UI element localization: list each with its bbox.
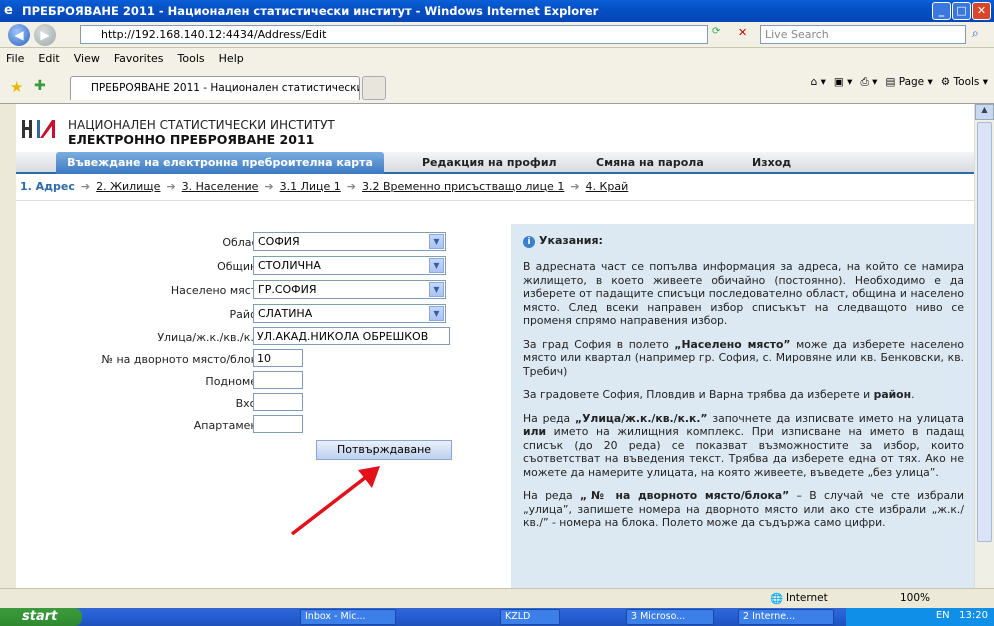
scrollbar-thumb[interactable] — [977, 122, 992, 542]
taskbar: start Inbox - Mic... KZLD 3 Microso... 2… — [0, 608, 994, 626]
step-temporary-person-1[interactable]: 3.2 Временно присъстващо лице 1 — [362, 180, 564, 193]
window-title: ПРЕБРОЯВАНЕ 2011 - Национален статистиче… — [22, 4, 599, 18]
clock: 13:20 — [959, 610, 988, 621]
red-arrow-annotation — [290, 466, 380, 536]
search-input[interactable]: Live Search — [760, 25, 966, 44]
subnumber-input[interactable] — [253, 371, 303, 389]
zone-label: Internet — [786, 592, 828, 604]
rayon-select[interactable]: СЛАТИНА ▼ — [253, 304, 446, 323]
forward-button[interactable]: ▶ — [34, 24, 56, 46]
confirm-button[interactable]: Потвърждаване — [316, 440, 452, 460]
org-name: НАЦИОНАЛЕН СТАТИСТИЧЕСКИ ИНСТИТУТ — [68, 118, 335, 132]
menu-file[interactable]: File — [6, 52, 24, 65]
menu-help[interactable]: Help — [219, 52, 244, 65]
browser-tab[interactable]: ПРЕБРОЯВАНЕ 2011 - Национален статистиче… — [70, 76, 360, 100]
street-input[interactable]: УЛ.АКАД.НИКОЛА ОБРЕШКОВ — [253, 327, 450, 345]
taskbar-item[interactable]: Inbox - Mic... — [300, 609, 396, 625]
globe-icon: 🌐 — [770, 593, 784, 605]
minimize-button[interactable]: _ — [932, 2, 951, 20]
instructions-paragraph: На реда „№ на дворното място/блока” – В … — [523, 489, 964, 529]
chevron-down-icon[interactable]: ▼ — [429, 234, 444, 249]
tools-menu[interactable]: ⚙ Tools ▾ — [941, 76, 988, 89]
site-title: ЕЛЕКТРОННО ПРЕБРОЯВАНЕ 2011 — [68, 132, 315, 147]
instructions-paragraph: За градовете София, Пловдив и Варна тряб… — [523, 388, 915, 401]
ie-icon: e — [4, 3, 13, 18]
scroll-up-icon[interactable]: ▲ — [975, 104, 994, 120]
street-label: Улица/ж.к./кв./к.к. — [157, 331, 264, 344]
nav-exit[interactable]: Изход — [752, 152, 791, 174]
add-favorite-icon[interactable]: ✚ — [34, 78, 46, 94]
step-population[interactable]: 3. Население — [182, 180, 259, 193]
divider — [16, 200, 974, 201]
step-dwelling[interactable]: 2. Жилище — [96, 180, 160, 193]
vertical-scrollbar[interactable]: ▲ — [974, 104, 994, 588]
page-content: НАЦИОНАЛЕН СТАТИСТИЧЕСКИ ИНСТИТУТ ЕЛЕКТР… — [16, 104, 974, 588]
start-button[interactable]: start — [0, 608, 82, 626]
info-icon: i — [523, 236, 535, 248]
ie-command-bar: ⌂ ▾ ▣ ▾ ⎙ ▾ ▤ Page ▾ ⚙ Tools ▾ — [811, 76, 988, 89]
status-bar: 🌐 Internet 100% — [0, 588, 994, 608]
menu-favorites[interactable]: Favorites — [114, 52, 164, 65]
language-indicator[interactable]: EN — [936, 610, 950, 621]
nav-change-password[interactable]: Смяна на парола — [596, 152, 704, 174]
window-title-bar: e ПРЕБРОЯВАНЕ 2011 - Национален статисти… — [0, 0, 994, 22]
naseleno-label: Населено място — [170, 284, 264, 297]
address-bar[interactable]: http://192.168.140.12:4434/Address/Edit — [80, 25, 708, 44]
instructions-heading: i Указания: — [523, 234, 964, 248]
instructions-paragraph: На реда „Улица/ж.к./кв./к.к.” започнете … — [523, 411, 964, 479]
chevron-down-icon[interactable]: ▼ — [429, 306, 444, 321]
stop-icon[interactable]: ✕ — [738, 26, 747, 39]
taskbar-item[interactable]: 2 Interne... — [738, 609, 834, 625]
oblast-select[interactable]: СОФИЯ ▼ — [253, 232, 446, 251]
number-label: № на дворното място/блока — [101, 353, 264, 366]
taskbar-item[interactable]: KZLD — [500, 609, 560, 625]
chevron-down-icon[interactable]: ▼ — [429, 258, 444, 273]
menu-bar: File Edit View Favorites Tools Help — [0, 48, 994, 68]
instructions-panel: i Указания: В адресната част се попълва и… — [511, 224, 974, 588]
instructions-paragraph: За град София в полето „Населено място” … — [523, 337, 964, 378]
naseleno-select[interactable]: ГР.СОФИЯ ▼ — [253, 280, 446, 299]
nav-census-form[interactable]: Въвеждане на електронна преброителна кар… — [56, 152, 384, 174]
new-tab-button[interactable] — [362, 76, 386, 100]
obshtina-select[interactable]: СТОЛИЧНА ▼ — [253, 256, 446, 275]
step-breadcrumb: 1. Адрес ➔ 2. Жилище ➔ 3. Население ➔ 3.1 Лице… — [20, 180, 629, 193]
zoom-level[interactable]: 100% — [900, 592, 930, 604]
main-nav: Въвеждане на електронна преброителна кар… — [16, 152, 974, 174]
system-tray: EN 13:20 — [846, 608, 994, 626]
step-address[interactable]: 1. Адрес — [20, 180, 75, 193]
step-end[interactable]: 4. Край — [586, 180, 629, 193]
nav-edit-profile[interactable]: Редакция на профил — [422, 152, 557, 174]
number-input[interactable]: 10 — [253, 349, 303, 367]
entrance-input[interactable] — [253, 393, 303, 411]
step-person-1[interactable]: 3.1 Лице 1 — [280, 180, 341, 193]
nsi-logo — [22, 120, 55, 138]
page-menu[interactable]: ▤ Page ▾ — [885, 76, 932, 89]
back-button[interactable]: ◀ — [8, 24, 30, 46]
tab-row: ★ ✚ ПРЕБРОЯВАНЕ 2011 - Национален статис… — [0, 68, 994, 104]
taskbar-item[interactable]: 3 Microso... — [626, 609, 714, 625]
close-button[interactable]: ✕ — [972, 2, 991, 20]
print-icon[interactable]: ⎙ ▾ — [860, 76, 877, 89]
refresh-icon[interactable]: ⟳ — [712, 26, 720, 37]
apartment-input[interactable] — [253, 415, 303, 433]
menu-edit[interactable]: Edit — [38, 52, 59, 65]
chevron-down-icon[interactable]: ▼ — [429, 282, 444, 297]
maximize-button[interactable]: □ — [952, 2, 971, 20]
instructions-paragraph: В адресната част се попълва информация з… — [523, 260, 964, 327]
menu-view[interactable]: View — [74, 52, 100, 65]
menu-tools[interactable]: Tools — [178, 52, 205, 65]
feeds-icon[interactable]: ▣ ▾ — [834, 76, 853, 89]
favorites-star-icon[interactable]: ★ — [10, 78, 23, 96]
search-icon[interactable]: ⌕ — [972, 26, 979, 41]
address-toolbar: ◀ ▶ http://192.168.140.12:4434/Address/E… — [0, 22, 994, 48]
home-icon[interactable]: ⌂ ▾ — [811, 76, 826, 89]
